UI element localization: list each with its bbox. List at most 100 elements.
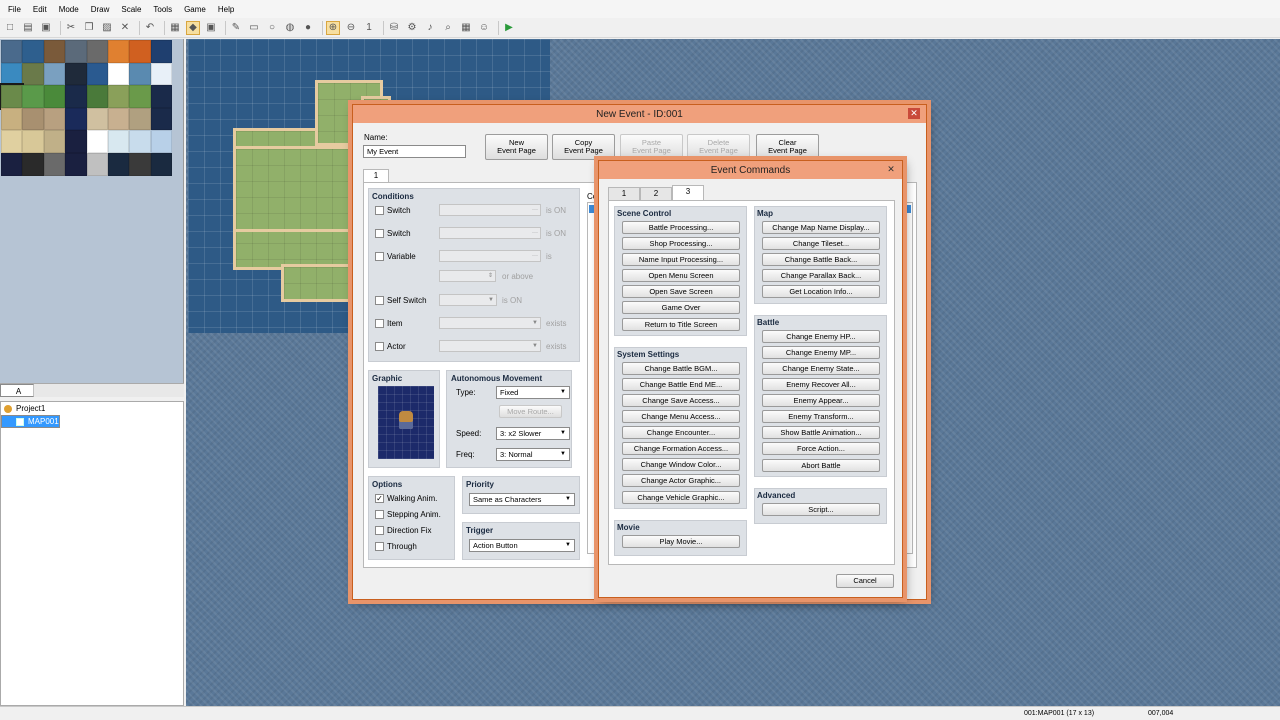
tile[interactable] <box>22 62 44 86</box>
close-icon[interactable]: ✕ <box>908 108 920 119</box>
tab-tileset-a[interactable]: A <box>0 384 34 397</box>
pencil-icon[interactable]: ✎ <box>229 21 243 35</box>
change-parallax-back-button[interactable]: Change Parallax Back... <box>762 269 880 282</box>
tile[interactable] <box>107 130 130 153</box>
tree-map-node[interactable]: MAP001 <box>1 415 60 428</box>
self-switch-select[interactable]: ▼ <box>439 294 497 306</box>
tile[interactable] <box>43 85 66 108</box>
tile[interactable] <box>86 130 108 153</box>
save-icon[interactable]: ▣ <box>39 21 53 35</box>
paste-icon[interactable]: ▨ <box>100 21 114 35</box>
rectangle-icon[interactable]: ▭ <box>247 21 261 35</box>
change-battle-bgm-button[interactable]: Change Battle BGM... <box>622 362 740 375</box>
event-searcher-icon[interactable]: ⌕ <box>441 21 455 35</box>
shop-processing-button[interactable]: Shop Processing... <box>622 237 740 250</box>
cut-icon[interactable]: ✂ <box>64 21 78 35</box>
flood-fill-icon[interactable]: ◍ <box>283 21 297 35</box>
actor-select[interactable]: ▼ <box>439 340 541 352</box>
tile[interactable] <box>129 152 151 176</box>
ellipse-icon[interactable]: ○ <box>265 21 279 35</box>
change-save-access-button[interactable]: Change Save Access... <box>622 394 740 407</box>
character-generator-icon[interactable]: ☺ <box>477 21 491 35</box>
new-file-icon[interactable]: □ <box>3 21 17 35</box>
change-window-color-button[interactable]: Change Window Color... <box>622 458 740 471</box>
tile[interactable] <box>150 107 173 131</box>
tile[interactable] <box>107 107 130 131</box>
movement-freq-select[interactable]: 3: Normal ▼ <box>496 448 570 461</box>
change-map-name-display-button[interactable]: Change Map Name Display... <box>762 221 880 234</box>
zoom-out-icon[interactable]: ⊖ <box>344 21 358 35</box>
through-checkbox[interactable] <box>375 542 384 551</box>
menu-tools[interactable]: Tools <box>147 5 178 14</box>
script-button[interactable]: Script... <box>762 503 880 516</box>
tile[interactable] <box>129 107 151 131</box>
shadow-pen-icon[interactable]: ● <box>301 21 315 35</box>
tile[interactable] <box>86 107 108 131</box>
direction-fix-checkbox[interactable] <box>375 526 384 535</box>
change-menu-access-button[interactable]: Change Menu Access... <box>622 410 740 423</box>
tile[interactable] <box>43 130 66 153</box>
menu-mode[interactable]: Mode <box>53 5 85 14</box>
change-vehicle-graphic-button[interactable]: Change Vehicle Graphic... <box>622 491 740 504</box>
tile[interactable] <box>0 83 25 110</box>
tile[interactable] <box>1 152 23 176</box>
copy-event-page-button[interactable]: Copy Event Page <box>552 134 615 160</box>
commands-tab-2[interactable]: 2 <box>640 187 672 200</box>
tile[interactable] <box>22 85 44 108</box>
tile[interactable] <box>86 62 108 86</box>
stepping-anim-checkbox[interactable] <box>375 510 384 519</box>
change-actor-graphic-button[interactable]: Change Actor Graphic... <box>622 474 740 487</box>
tile-grid[interactable] <box>0 40 173 176</box>
new-event-page-button[interactable]: New Event Page <box>485 134 548 160</box>
item-checkbox[interactable] <box>375 319 384 328</box>
tile[interactable] <box>129 85 151 108</box>
tree-project-node[interactable]: Project1 <box>1 402 183 415</box>
enemy-appear-button[interactable]: Enemy Appear... <box>762 394 880 407</box>
tile[interactable] <box>150 152 173 176</box>
enemy-recover-all-button[interactable]: Enemy Recover All... <box>762 378 880 391</box>
close-icon[interactable]: ✕ <box>885 164 897 175</box>
playtest-icon[interactable]: ▶ <box>502 21 516 35</box>
open-folder-icon[interactable]: ▤ <box>21 21 35 35</box>
zoom-in-icon[interactable]: ⊕ <box>326 20 340 35</box>
resource-manager-icon[interactable]: ▦ <box>459 21 473 35</box>
tile[interactable] <box>150 62 173 86</box>
play-movie-button[interactable]: Play Movie... <box>622 535 740 548</box>
return-to-title-button[interactable]: Return to Title Screen <box>622 318 740 331</box>
delete-event-page-button[interactable]: Delete Event Page <box>687 134 750 160</box>
change-formation-access-button[interactable]: Change Formation Access... <box>622 442 740 455</box>
game-over-button[interactable]: Game Over <box>622 301 740 314</box>
cancel-button[interactable]: Cancel <box>836 574 894 588</box>
walking-anim-checkbox[interactable]: ✓ <box>375 494 384 503</box>
tile[interactable] <box>1 130 23 153</box>
change-encounter-button[interactable]: Change Encounter... <box>622 426 740 439</box>
database-icon[interactable]: ⛁ <box>387 21 401 35</box>
undo-icon[interactable]: ↶ <box>143 21 157 35</box>
abort-battle-button[interactable]: Abort Battle <box>762 459 880 472</box>
change-enemy-state-button[interactable]: Change Enemy State... <box>762 362 880 375</box>
tile[interactable] <box>1 62 23 86</box>
zoom-actual-icon[interactable]: 1 <box>362 21 376 35</box>
tile[interactable] <box>86 40 108 63</box>
switch1-checkbox[interactable] <box>375 206 384 215</box>
open-menu-screen-button[interactable]: Open Menu Screen <box>622 269 740 282</box>
variable-checkbox[interactable] <box>375 252 384 261</box>
change-enemy-mp-button[interactable]: Change Enemy MP... <box>762 346 880 359</box>
switch1-field[interactable]: ··· <box>439 204 541 216</box>
tile[interactable] <box>65 130 87 153</box>
menu-game[interactable]: Game <box>178 5 212 14</box>
battle-processing-button[interactable]: Battle Processing... <box>622 221 740 234</box>
commands-tab-3[interactable]: 3 <box>672 185 704 200</box>
variable-field[interactable]: ··· <box>439 250 541 262</box>
tile[interactable] <box>65 40 87 63</box>
tile[interactable] <box>129 40 151 63</box>
tile[interactable] <box>107 152 130 176</box>
tile[interactable] <box>150 40 173 63</box>
tile[interactable] <box>43 40 66 63</box>
tile[interactable] <box>43 152 66 176</box>
tile[interactable] <box>107 85 130 108</box>
tile[interactable] <box>1 40 23 63</box>
event-layer-icon[interactable]: ◆ <box>186 20 200 35</box>
plugin-manager-icon[interactable]: ⚙ <box>405 21 419 35</box>
self-switch-checkbox[interactable] <box>375 296 384 305</box>
